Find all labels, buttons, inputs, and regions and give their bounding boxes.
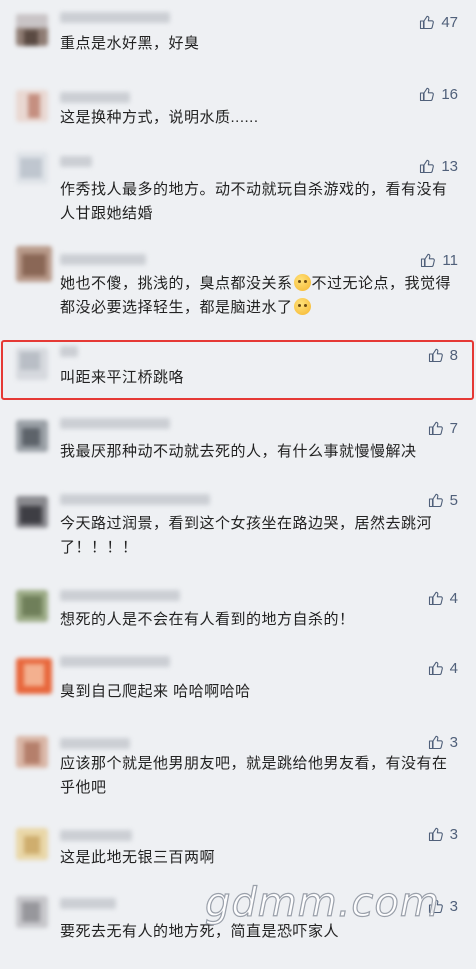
- comment-item: 4 臭到自己爬起来 哈哈啊哈哈: [0, 646, 476, 728]
- avatar[interactable]: [16, 828, 48, 860]
- comment-item: 16 这是换种方式，说明水质......: [0, 78, 476, 148]
- thumbs-up-icon: [420, 87, 435, 102]
- comment-item: 3 这是此地无银三百两啊: [0, 820, 476, 888]
- like-count: 5: [449, 491, 458, 509]
- watermark: gdmm.com: [204, 879, 440, 926]
- avatar[interactable]: [16, 420, 48, 452]
- crying-laughing-emoji: [293, 274, 311, 291]
- comment-text: 臭到自己爬起来 哈哈啊哈哈: [60, 683, 251, 700]
- username-blurred[interactable]: [60, 494, 210, 505]
- username-blurred[interactable]: [60, 590, 180, 601]
- like-button[interactable]: 4: [428, 588, 458, 608]
- comment-item: 3 应该那个就是他男朋友吧，就是跳给他男友看，有没有在乎他吧: [0, 728, 476, 820]
- comment-item: 4 想死的人是不会在有人看到的地方自杀的！: [0, 578, 476, 646]
- like-button[interactable]: 47: [419, 12, 458, 32]
- avatar[interactable]: [16, 896, 48, 928]
- comment-text: 今天路过润景，看到这个女孩坐在路边哭，居然去跳河了！！！！: [60, 515, 433, 556]
- like-button[interactable]: 7: [428, 418, 458, 438]
- comment-item: 11 她也不傻，挑浅的，臭点都没关系 不过无论点，我觉得都没必要选择轻生，都是脑进…: [0, 238, 476, 340]
- comment-text: 作秀找人最多的地方。动不动就玩自杀游戏的，看有没有人甘跟她结婚: [60, 181, 448, 222]
- like-count: 3: [449, 825, 458, 843]
- pleading-emoji: [293, 298, 311, 315]
- username-blurred[interactable]: [60, 738, 130, 749]
- like-count: 4: [449, 589, 458, 607]
- comment-text: 她也不傻，挑浅的，臭点都没关系 不过无论点，我觉得都没必要选择轻生，都是脑进水了: [60, 274, 452, 316]
- avatar[interactable]: [16, 14, 48, 46]
- avatar[interactable]: [16, 246, 52, 282]
- thumbs-up-icon: [428, 827, 443, 842]
- like-count: 3: [449, 733, 458, 751]
- comment-text: 这是此地无银三百两啊: [60, 849, 216, 866]
- like-count: 16: [441, 85, 458, 103]
- like-button[interactable]: 3: [428, 732, 458, 752]
- avatar[interactable]: [16, 590, 48, 622]
- like-count: 3: [449, 897, 458, 915]
- username-blurred[interactable]: [60, 418, 170, 429]
- username-blurred[interactable]: [60, 254, 146, 265]
- thumbs-up-icon: [428, 591, 443, 606]
- like-button[interactable]: 16: [419, 84, 458, 104]
- like-count: 4: [449, 659, 458, 677]
- thumbs-up-icon: [428, 661, 443, 676]
- like-count: 11: [442, 251, 458, 269]
- comment-text: 重点是水好黑，好臭: [60, 35, 200, 52]
- avatar[interactable]: [16, 736, 48, 768]
- username-blurred[interactable]: [60, 156, 92, 167]
- avatar[interactable]: [16, 152, 48, 184]
- like-button[interactable]: 4: [428, 658, 458, 678]
- avatar[interactable]: [16, 90, 48, 122]
- thumbs-up-icon: [420, 159, 435, 174]
- comment-text: 这是换种方式，说明水质......: [60, 109, 259, 126]
- comment-text: 我最厌那种动不动就去死的人，有什么事就慢慢解决: [60, 443, 417, 460]
- like-count: 47: [441, 13, 458, 31]
- comment-item: 5 今天路过润景，看到这个女孩坐在路边哭，居然去跳河了！！！！: [0, 478, 476, 578]
- comment-item: 47 重点是水好黑，好臭: [0, 0, 476, 78]
- like-count: 7: [449, 419, 458, 437]
- like-button[interactable]: 13: [419, 156, 458, 176]
- thumbs-up-icon: [428, 493, 443, 508]
- avatar[interactable]: [16, 658, 52, 694]
- username-blurred[interactable]: [60, 898, 116, 909]
- thumbs-up-icon: [420, 15, 435, 30]
- thumbs-up-icon: [428, 735, 443, 750]
- thumbs-up-icon: [421, 253, 436, 268]
- username-blurred[interactable]: [60, 830, 132, 841]
- comment-item: 7 我最厌那种动不动就去死的人，有什么事就慢慢解决: [0, 402, 476, 478]
- like-button[interactable]: 3: [428, 824, 458, 844]
- like-button[interactable]: 11: [420, 250, 458, 270]
- username-blurred[interactable]: [60, 656, 170, 667]
- like-count: 13: [441, 157, 458, 175]
- comment-item: 13 作秀找人最多的地方。动不动就玩自杀游戏的，看有没有人甘跟她结婚: [0, 148, 476, 238]
- highlight-box: [1, 340, 474, 400]
- username-blurred[interactable]: [60, 92, 130, 103]
- username-blurred[interactable]: [60, 12, 170, 23]
- comment-text: 想死的人是不会在有人看到的地方自杀的！: [60, 611, 355, 628]
- like-button[interactable]: 5: [428, 490, 458, 510]
- comment-text: 应该那个就是他男朋友吧，就是跳给他男友看，有没有在乎他吧: [60, 755, 448, 796]
- avatar[interactable]: [16, 496, 48, 528]
- thumbs-up-icon: [428, 421, 443, 436]
